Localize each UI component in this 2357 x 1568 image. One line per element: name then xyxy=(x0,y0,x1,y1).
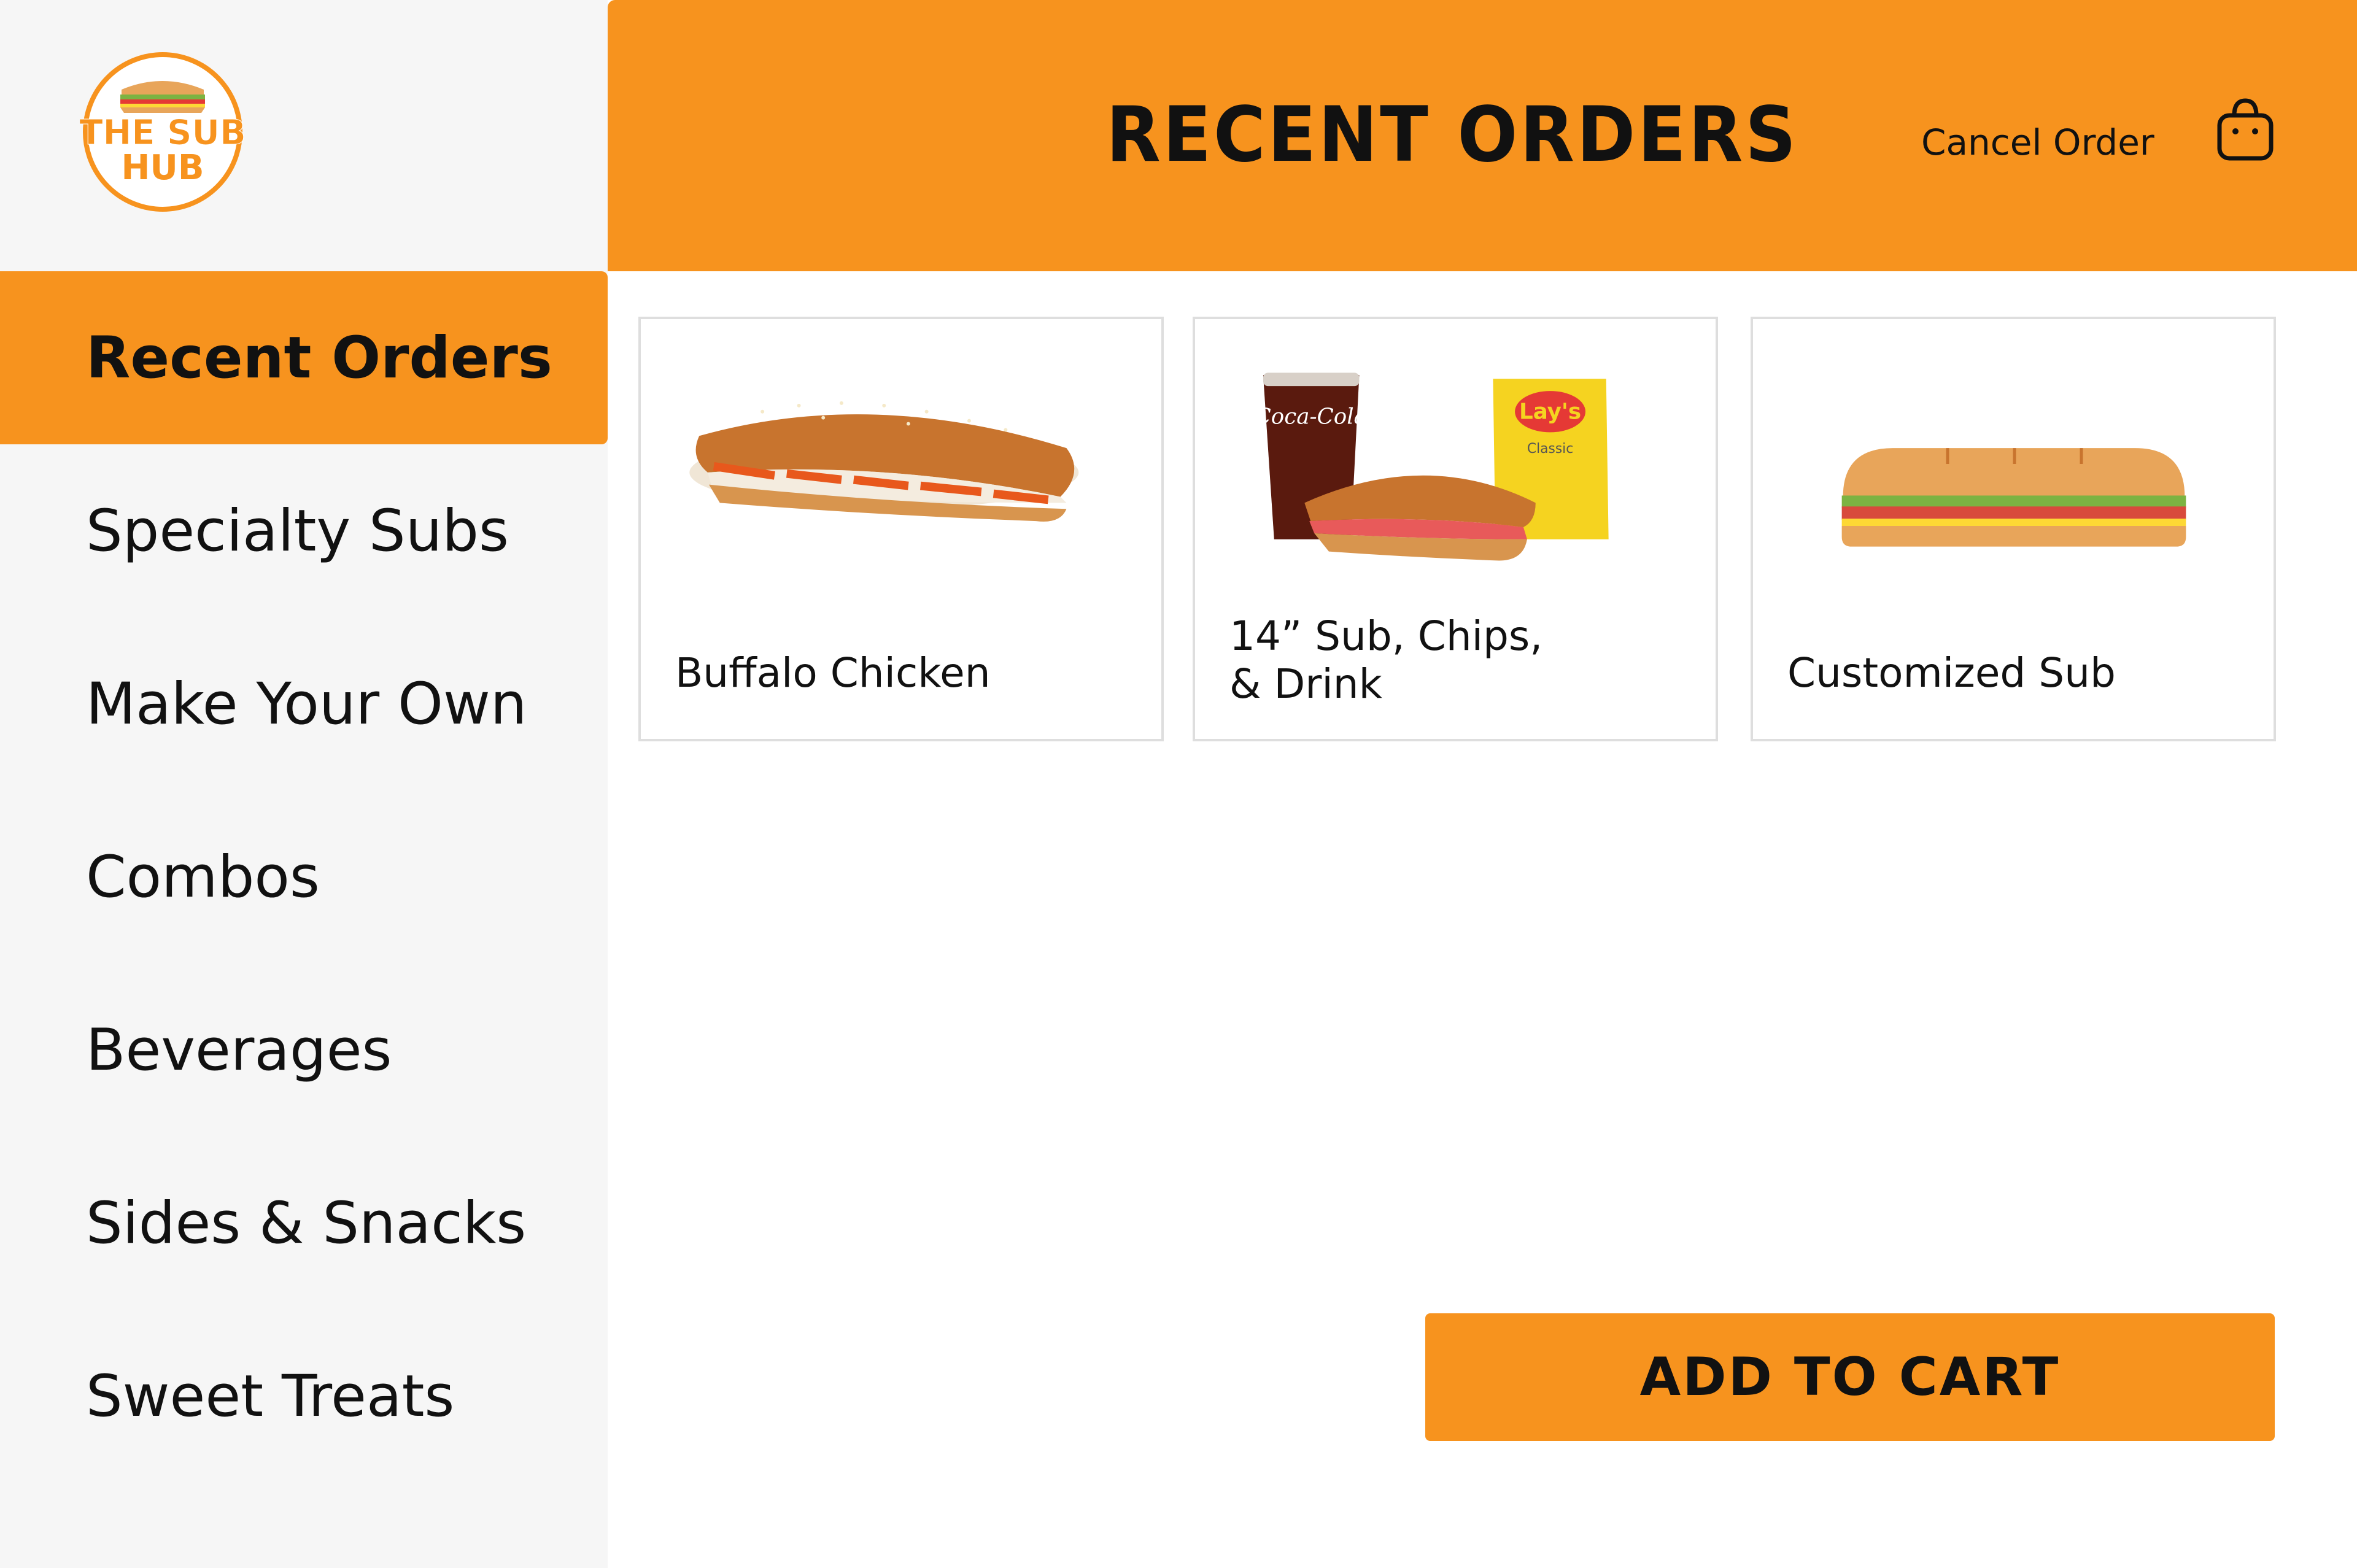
brand-logo[interactable]: THE SUB HUB xyxy=(79,49,246,215)
sidebar-item-make-your-own[interactable]: Make Your Own xyxy=(0,617,608,790)
sub-illustration-image xyxy=(1753,319,2274,601)
sidebar-item-recent-orders[interactable]: Recent Orders xyxy=(0,271,608,444)
order-card-label: 14” Sub, Chips, & Drink xyxy=(1229,612,1543,708)
buffalo-chicken-sub-image xyxy=(641,319,1161,601)
svg-text:THE SUB: THE SUB xyxy=(80,113,246,153)
order-card-label: Buffalo Chicken xyxy=(675,649,991,697)
svg-text:Lay's: Lay's xyxy=(1519,400,1581,425)
order-card-label: Customized Sub xyxy=(1787,649,2116,697)
sidebar: THE SUB HUB Recent Orders Specialty Subs… xyxy=(0,0,608,1568)
sidebar-item-beverages[interactable]: Beverages xyxy=(0,964,608,1137)
page-title: RECENT ORDERS xyxy=(1106,91,1798,179)
sidebar-item-sweet-treats[interactable]: Sweet Treats xyxy=(0,1310,608,1483)
order-card-customized-sub[interactable]: Customized Sub xyxy=(1751,317,2276,741)
cancel-order-link[interactable]: Cancel Order xyxy=(1921,122,2154,163)
category-nav: Recent Orders Specialty Subs Make Your O… xyxy=(0,271,608,1483)
order-card-combo[interactable]: Coca-Cola Lay's Classic 14” Sub, Chips, … xyxy=(1193,317,1718,741)
svg-text:Coca-Cola: Coca-Cola xyxy=(1255,404,1367,430)
app-root: THE SUB HUB Recent Orders Specialty Subs… xyxy=(0,0,2357,1568)
order-card-buffalo-chicken[interactable]: Buffalo Chicken xyxy=(638,317,1164,741)
svg-text:Classic: Classic xyxy=(1527,441,1573,457)
shopping-bag-icon[interactable] xyxy=(2216,97,2275,162)
svg-text:HUB: HUB xyxy=(121,148,204,188)
combo-meal-image: Coca-Cola Lay's Classic xyxy=(1195,319,1716,601)
sidebar-item-combos[interactable]: Combos xyxy=(0,790,608,964)
sidebar-item-specialty-subs[interactable]: Specialty Subs xyxy=(0,444,608,617)
page-header: RECENT ORDERS Cancel Order xyxy=(608,0,2357,271)
sub-hub-logo-icon: THE SUB HUB xyxy=(79,52,246,212)
add-to-cart-button[interactable]: ADD TO CART xyxy=(1425,1313,2275,1441)
sidebar-item-sides-snacks[interactable]: Sides & Snacks xyxy=(0,1137,608,1310)
